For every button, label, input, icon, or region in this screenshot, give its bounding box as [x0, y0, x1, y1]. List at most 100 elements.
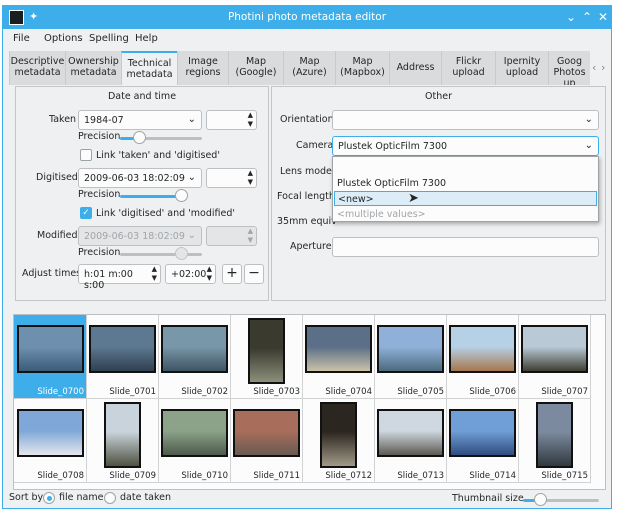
thumbnail-image	[104, 402, 141, 468]
thumbnail-item[interactable]: Slide_0703	[230, 315, 303, 399]
link-digitised-modified-checkbox[interactable]: ✓	[80, 207, 92, 219]
tab-label: Technical metadata	[126, 58, 173, 80]
thumbnail-item[interactable]: Slide_0701	[86, 315, 159, 399]
taken-time-field[interactable]: ▲ ▼	[206, 110, 257, 130]
group-title: Other	[425, 91, 452, 102]
thumbnail-item[interactable]: Slide_0704	[302, 315, 375, 399]
thumbnail-caption: Slide_0702	[181, 387, 228, 397]
spin-arrows-icon[interactable]: ▲ ▼	[248, 111, 253, 129]
tab-map-mapbox[interactable]: Map (Mapbox)	[335, 51, 389, 85]
thumbnail-item[interactable]: Slide_0702	[158, 315, 231, 399]
thumbnail-caption: Slide_0704	[325, 387, 372, 397]
thumbnail-item[interactable]: Slide_0707	[518, 315, 591, 399]
taken-date-field[interactable]: 1984-07 ⌄	[78, 110, 202, 130]
thumbnail-item[interactable]: Slide_0706	[446, 315, 519, 399]
taken-label: Taken	[49, 114, 77, 125]
sort-by-label: Sort by	[9, 492, 44, 503]
thumbnail-grid: Slide_0700 Slide_0701 Slide_0702 Slide_0703…	[13, 314, 606, 490]
thumbnail-item[interactable]: Slide_0711	[230, 399, 303, 483]
thumbnail-size-track	[539, 499, 599, 502]
timezone-offset-field[interactable]: +02:00 ▲ ▼	[165, 264, 216, 284]
thumbnail-item[interactable]: Slide_0712	[302, 399, 375, 483]
thumbnail-image	[161, 325, 228, 373]
link-taken-digitised-checkbox[interactable]	[80, 149, 92, 161]
digitised-precision-slider[interactable]	[175, 189, 188, 202]
thumbnail-caption: Slide_0715	[541, 471, 588, 481]
tab-ipernity-upload[interactable]: Ipernity upload	[495, 51, 548, 85]
camera-select[interactable]: Plustek OpticFilm 7300 ⌄	[332, 136, 599, 156]
tab-label: Map (Azure)	[292, 56, 327, 78]
thumbnail-caption: Slide_0700	[37, 387, 84, 397]
thumbnail-image	[536, 402, 573, 468]
thumbnail-item[interactable]: Slide_0713	[374, 399, 447, 483]
thumbnail-image	[161, 409, 228, 457]
menu-file[interactable]: File	[13, 33, 30, 44]
tab-address[interactable]: Address	[389, 51, 441, 85]
add-offset-button[interactable]: +	[222, 264, 242, 284]
subtract-offset-button[interactable]: −	[244, 264, 264, 284]
thumbnail-item[interactable]: Slide_0715	[518, 399, 591, 483]
tab-scroll-right-icon[interactable]: ›	[601, 61, 605, 74]
menu-bar: File Options Spelling Help	[3, 29, 611, 51]
spin-arrows-icon[interactable]: ▲ ▼	[248, 169, 253, 187]
thumbnail-caption: Slide_0701	[109, 387, 156, 397]
camera-option-plustek[interactable]: Plustek OpticFilm 7300	[334, 176, 597, 191]
tab-label: Ownership metadata	[68, 56, 119, 78]
tab-label: Address	[396, 62, 435, 73]
spin-arrows-icon: ▲ ▼	[247, 227, 253, 244]
menu-help[interactable]: Help	[135, 33, 158, 44]
thumbnail-image	[89, 325, 156, 373]
link-taken-digitised-label: Link 'taken' and 'digitised'	[96, 150, 220, 161]
digitised-time-field[interactable]: ▲ ▼	[206, 168, 257, 188]
time-offset-field[interactable]: h:01 m:00 s:00 ▲ ▼	[78, 264, 161, 291]
thumbnail-item[interactable]: Slide_0708	[14, 399, 87, 483]
camera-option-new[interactable]: <new>	[334, 191, 597, 206]
tab-flickr-upload[interactable]: Flickr upload	[441, 51, 495, 85]
thumbnail-item[interactable]: Slide_0710	[158, 399, 231, 483]
tab-map-azure[interactable]: Map (Azure)	[283, 51, 335, 85]
menu-spelling[interactable]: Spelling	[89, 33, 129, 44]
tab-descriptive[interactable]: Descriptive metadata	[9, 51, 65, 85]
digitised-label: Digitised	[36, 172, 78, 183]
close-icon[interactable]: ✕	[595, 9, 611, 25]
thumbnail-size-slider[interactable]	[534, 493, 547, 506]
tab-ownership[interactable]: Ownership metadata	[65, 51, 121, 85]
focal-length-label: Focal length	[277, 191, 335, 202]
orientation-select[interactable]: ⌄	[332, 110, 599, 130]
taken-precision-slider[interactable]	[133, 131, 146, 144]
menu-options[interactable]: Options	[44, 33, 83, 44]
aperture-field[interactable]	[332, 237, 599, 257]
digitised-date-value: 2009-06-03 18:02:09	[84, 173, 185, 184]
tab-technical[interactable]: Technical metadata	[121, 51, 177, 85]
tab-label: Ipernity upload	[503, 56, 541, 78]
tab-scroll-left-icon[interactable]: ‹	[592, 61, 596, 74]
tab-label: Map (Google)	[235, 56, 277, 78]
thumbnail-image	[449, 409, 516, 457]
date-time-group: Date and time Taken 1984-07 ⌄ ▲ ▼ Precisio…	[15, 86, 269, 301]
thumbnail-item[interactable]: Slide_0709	[86, 399, 159, 483]
camera-option-blank[interactable]	[334, 161, 597, 176]
maximize-icon[interactable]: ⌃	[579, 9, 595, 25]
thumbnail-item[interactable]: Slide_0700	[14, 315, 87, 399]
digitised-date-field[interactable]: 2009-06-03 18:02:09 ⌄	[78, 168, 202, 188]
sort-file-name-radio[interactable]	[43, 492, 55, 504]
tab-label: Descriptive metadata	[10, 56, 65, 78]
camera-label: Camera	[296, 140, 334, 151]
lens-model-label: Lens model	[280, 166, 335, 177]
thumbnail-caption: Slide_0708	[37, 471, 84, 481]
thumbnail-item[interactable]: Slide_0705	[374, 315, 447, 399]
spin-arrows-icon[interactable]: ▲ ▼	[152, 265, 157, 283]
spin-arrows-icon[interactable]: ▲ ▼	[207, 265, 212, 283]
tab-image-regions[interactable]: Image regions	[177, 51, 228, 85]
minimize-icon[interactable]: ⌄	[563, 9, 579, 25]
thumbnail-caption: Slide_0705	[397, 387, 444, 397]
tab-google-photos[interactable]: Goog Photos up	[548, 51, 590, 85]
sort-date-taken-label: date taken	[120, 492, 172, 503]
thumbnail-size-label: Thumbnail size	[452, 493, 524, 504]
thumbnail-image	[233, 409, 300, 457]
thumbnail-item[interactable]: Slide_0714	[446, 399, 519, 483]
tab-map-google[interactable]: Map (Google)	[228, 51, 283, 85]
adjust-times-label: Adjust times	[22, 268, 82, 279]
sort-date-taken-radio[interactable]	[104, 492, 116, 504]
camera-dropdown-list: Plustek OpticFilm 7300 <new> <multiple v…	[332, 156, 599, 222]
